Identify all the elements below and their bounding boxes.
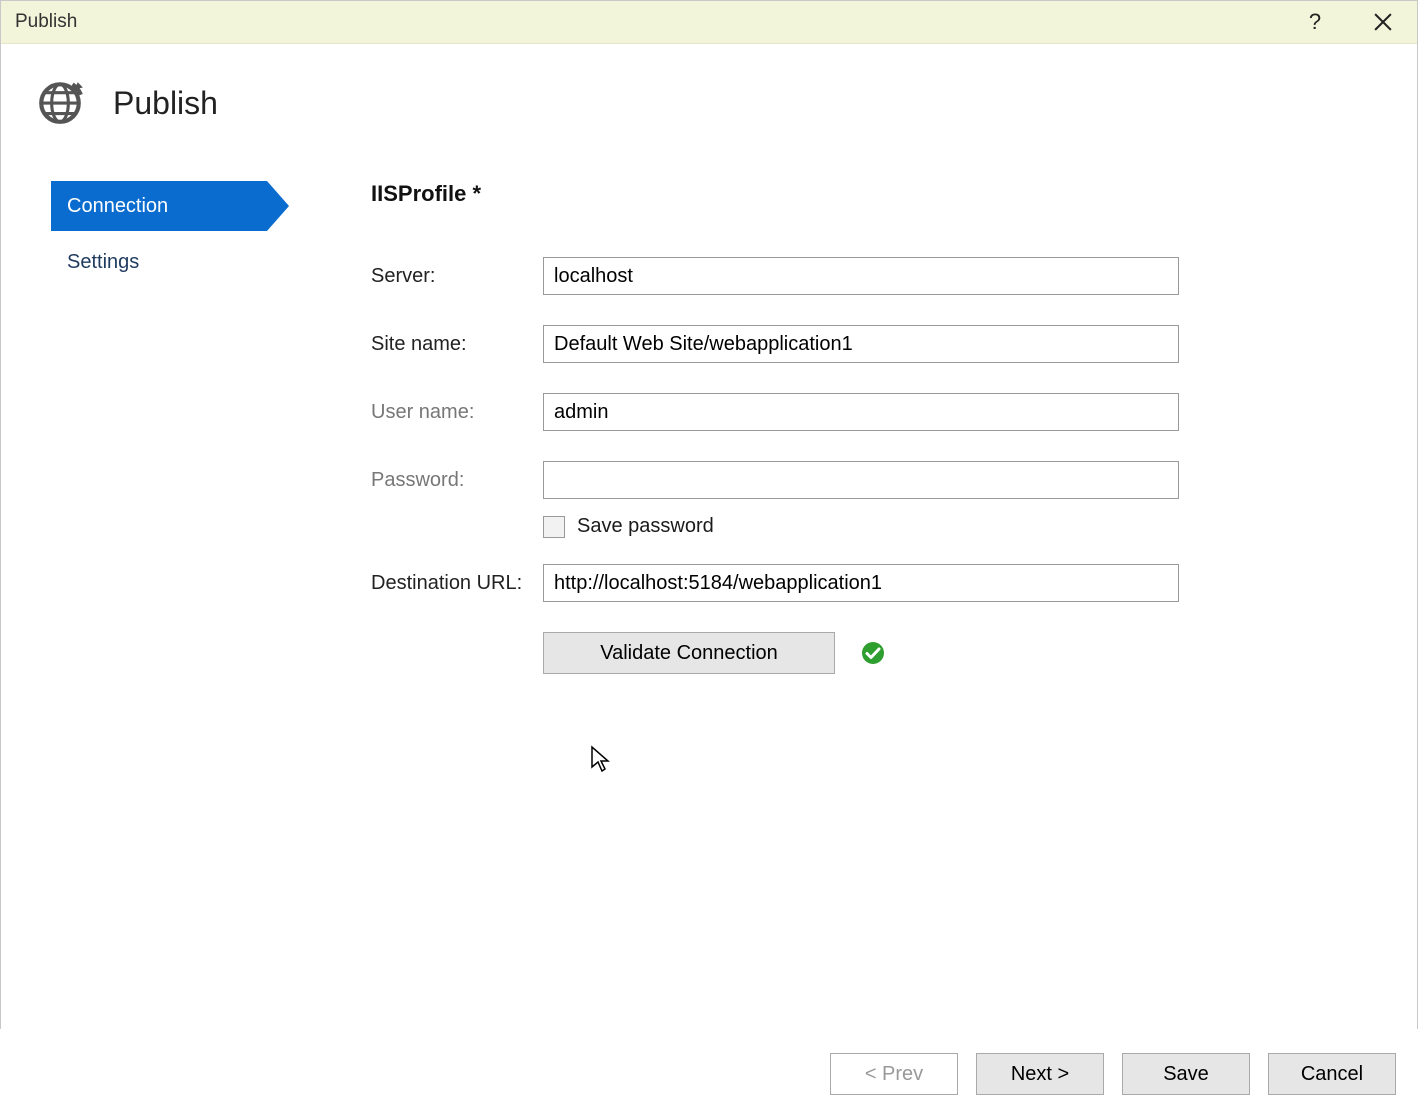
- page-title: Publish: [113, 85, 218, 122]
- username-label: User name:: [371, 401, 543, 424]
- password-input[interactable]: [543, 461, 1179, 499]
- sidebar-item-connection[interactable]: Connection: [51, 181, 267, 231]
- window-title: Publish: [15, 11, 77, 33]
- server-label: Server:: [371, 265, 543, 288]
- dialog-content: Publish Connection Settings IISProfile *…: [1, 44, 1417, 1028]
- destination-url-label: Destination URL:: [371, 572, 543, 595]
- dialog-footer: < Prev Next > Save Cancel: [0, 1029, 1418, 1119]
- sidebar-item-label: Settings: [67, 251, 139, 274]
- form-area: IISProfile * Server: Site name: User nam…: [311, 181, 1389, 674]
- username-input[interactable]: [543, 393, 1179, 431]
- sidebar-item-label: Connection: [67, 195, 168, 218]
- save-password-checkbox[interactable]: [543, 516, 565, 538]
- site-label: Site name:: [371, 333, 543, 356]
- save-password-label: Save password: [577, 515, 714, 538]
- checkmark-success-icon: [861, 641, 885, 665]
- save-button[interactable]: Save: [1122, 1053, 1250, 1095]
- sidebar-item-settings[interactable]: Settings: [51, 237, 267, 287]
- site-name-input[interactable]: [543, 325, 1179, 363]
- next-button[interactable]: Next >: [976, 1053, 1104, 1095]
- validate-connection-button[interactable]: Validate Connection: [543, 632, 835, 674]
- cancel-button[interactable]: Cancel: [1268, 1053, 1396, 1095]
- prev-button: < Prev: [830, 1053, 958, 1095]
- profile-name: IISProfile *: [371, 181, 1389, 207]
- close-icon: [1374, 13, 1392, 31]
- destination-url-input[interactable]: [543, 564, 1179, 602]
- close-button[interactable]: [1363, 2, 1403, 42]
- publish-globe-icon: [35, 76, 85, 131]
- help-button[interactable]: ?: [1295, 2, 1335, 42]
- password-label: Password:: [371, 469, 543, 492]
- titlebar: Publish ?: [1, 1, 1417, 44]
- sidebar: Connection Settings: [29, 181, 311, 674]
- hero: Publish: [29, 76, 1389, 131]
- server-input[interactable]: [543, 257, 1179, 295]
